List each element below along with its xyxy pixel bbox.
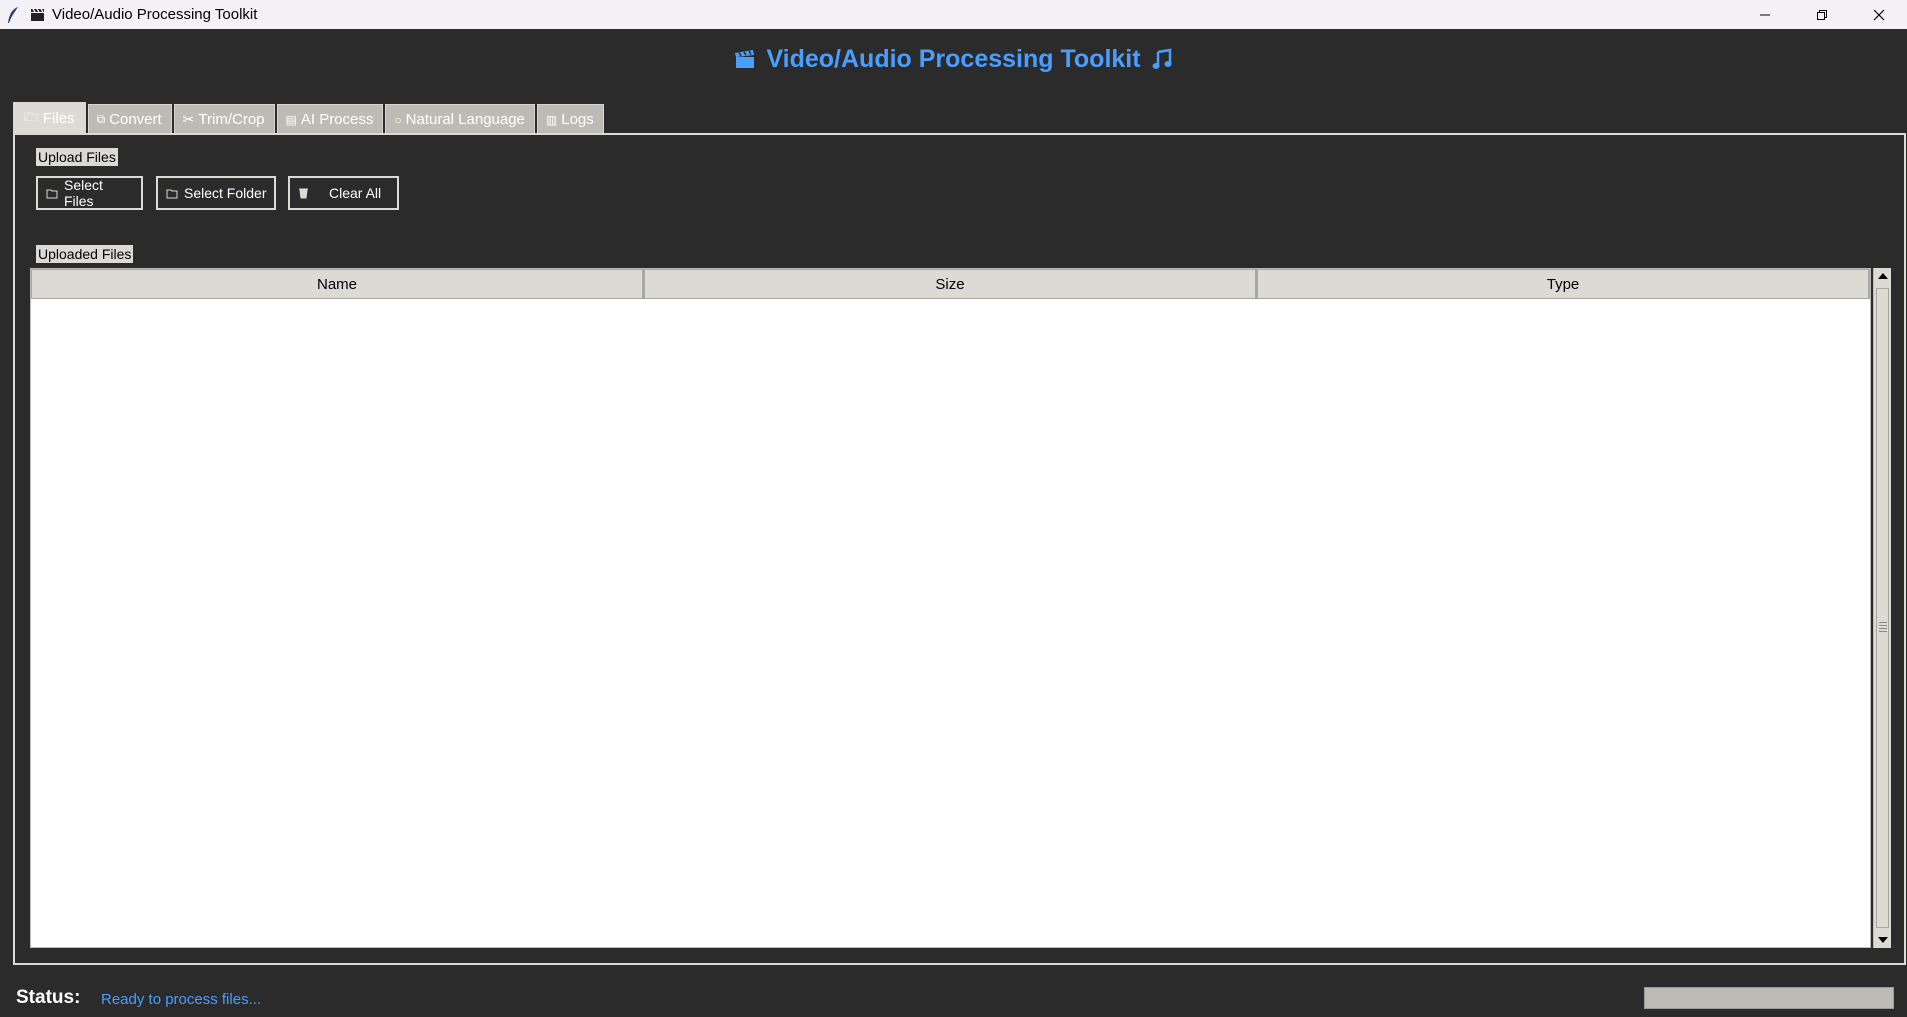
tab-label: Natural Language [405,111,525,128]
close-button[interactable] [1850,0,1907,29]
restore-icon [1816,9,1827,20]
table-vertical-scrollbar[interactable] [1873,268,1891,948]
table-header: Name Size Type [31,269,1870,299]
column-header-name[interactable]: Name [31,269,644,299]
uploaded-files-table[interactable]: Name Size Type [30,268,1871,948]
select-files-button[interactable]: Select Files [36,176,143,210]
folder-open-icon [166,188,178,199]
clear-all-button[interactable]: Clear All [288,176,399,210]
close-icon [1873,9,1884,20]
column-header-type[interactable]: Type [1257,269,1870,299]
folder-icon: 🗁 [24,110,39,124]
clapperboard-icon [30,7,46,23]
music-note-icon [1149,46,1175,72]
scroll-up-arrow-icon[interactable] [1874,268,1891,284]
tab-bar: 🗁 Files ⧉ Convert ✂ Trim/Crop ▤ AI Proce… [13,102,606,134]
status-label: Status: [16,987,81,1008]
clapperboard-icon [732,46,758,72]
tab-label: AI Process [300,111,374,128]
folder-open-icon [46,188,58,199]
tab-logs[interactable]: ▥ Logs [536,104,604,134]
window-title: Video/Audio Processing Toolkit [52,6,258,23]
minimize-button[interactable] [1736,0,1793,29]
tab-label: Trim/Crop [198,111,265,128]
tab-trim-crop[interactable]: ✂ Trim/Crop [173,104,275,134]
scrollbar-thumb[interactable] [1876,288,1889,928]
app-header: Video/Audio Processing Toolkit [0,29,1907,89]
upload-files-label: Upload Files [36,148,118,166]
select-folder-button[interactable]: Select Folder [156,176,276,210]
robot-icon: ▤ [285,112,297,127]
scroll-down-arrow-icon[interactable] [1874,932,1891,948]
tab-label: Logs [561,111,594,128]
status-message: Ready to process files... [101,991,262,1008]
tab-label: Convert [109,111,162,128]
scissors-icon: ✂ [182,111,195,127]
minimize-icon [1759,14,1770,15]
button-label: Select Files [64,177,103,209]
window-titlebar: Video/Audio Processing Toolkit [0,0,1907,29]
button-label: Clear All [329,185,382,201]
restore-button[interactable] [1793,0,1850,29]
app-title: Video/Audio Processing Toolkit [766,44,1141,73]
uploaded-files-label: Uploaded Files [36,245,134,263]
tab-files[interactable]: 🗁 Files [13,102,86,134]
speech-bubble-icon: ○ [394,112,402,127]
tab-label: Files [42,110,75,127]
progress-bar [1644,987,1894,1009]
tab-convert[interactable]: ⧉ Convert [87,104,172,134]
document-icon: ▥ [545,112,558,127]
tab-natural-language[interactable]: ○ Natural Language [385,104,535,134]
feather-icon [4,6,22,24]
button-label: Select Folder [184,185,267,201]
tab-ai-process[interactable]: ▤ AI Process [276,104,384,134]
convert-icon: ⧉ [96,112,106,126]
column-header-size[interactable]: Size [644,269,1257,299]
trash-icon [298,187,309,199]
